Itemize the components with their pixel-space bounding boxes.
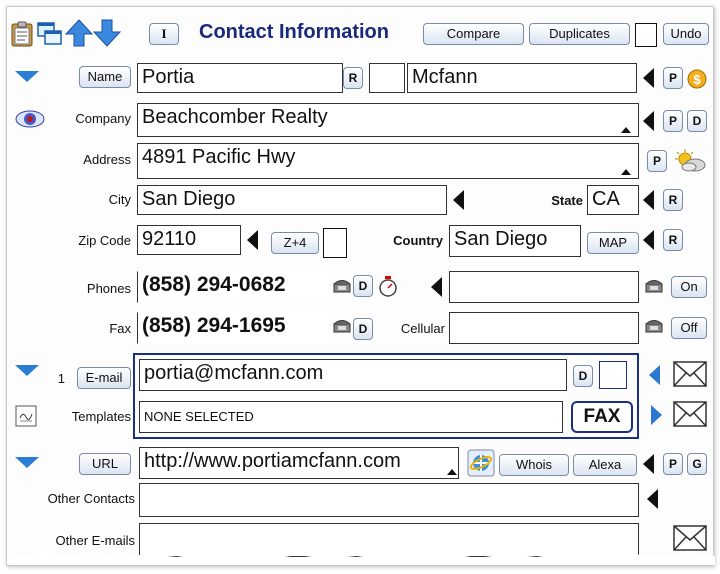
whois-button[interactable]: Whois: [499, 454, 569, 476]
map-button[interactable]: MAP: [587, 232, 639, 254]
url-p-button[interactable]: P: [663, 453, 683, 475]
phone-right-icon[interactable]: [645, 279, 663, 293]
city-arrow-icon[interactable]: [453, 190, 464, 210]
email-index: 1: [57, 371, 65, 386]
company-d-button[interactable]: D: [687, 110, 707, 132]
email-button[interactable]: E-mail: [77, 367, 131, 389]
last-name-field[interactable]: Mcfann: [407, 63, 637, 93]
arrow-up-icon[interactable]: [65, 19, 93, 47]
city-field[interactable]: San Diego: [137, 185, 447, 215]
stopwatch-icon[interactable]: [377, 275, 399, 297]
address-resize-icon[interactable]: [621, 169, 631, 175]
off-button[interactable]: Off: [671, 317, 707, 339]
fax-field[interactable]: (858) 294-1695: [137, 312, 329, 344]
arrow-down-icon[interactable]: [93, 19, 121, 47]
alexa-button[interactable]: Alexa: [573, 454, 637, 476]
fax-template-button[interactable]: FAX: [571, 401, 633, 433]
email-d-button[interactable]: D: [573, 365, 593, 387]
zip-label: Zip Code: [78, 233, 131, 248]
url-arrow-icon[interactable]: [643, 454, 654, 474]
cellular-field[interactable]: [449, 312, 639, 344]
state-arrow-icon[interactable]: [643, 190, 654, 210]
email-envelope-icon[interactable]: [673, 361, 707, 387]
zip-field[interactable]: 92110: [137, 225, 241, 255]
phone-icon[interactable]: [333, 279, 351, 293]
company-arrow-icon[interactable]: [643, 111, 654, 131]
address-p-button[interactable]: P: [647, 150, 667, 172]
zip-plus-4-button[interactable]: Z+4: [271, 232, 319, 254]
fax-d-button[interactable]: D: [353, 318, 373, 340]
company-label: Company: [75, 111, 131, 126]
address-field[interactable]: 4891 Pacific Hwy: [137, 143, 639, 179]
city-label: City: [108, 192, 131, 207]
dollar-coin-icon[interactable]: $: [687, 69, 707, 89]
eye-icon[interactable]: [15, 109, 45, 129]
country-label: Country: [393, 233, 443, 248]
phone-d-button[interactable]: D: [353, 275, 373, 297]
on-button[interactable]: On: [671, 276, 707, 298]
contact-information-panel: I Contact Information Compare Duplicates…: [6, 6, 715, 566]
name-arrow-icon[interactable]: [643, 68, 654, 88]
address-label: Address: [83, 152, 131, 167]
expand-url-toggle[interactable]: [15, 457, 39, 468]
torn-edge-decoration: [7, 552, 715, 565]
url-g-button[interactable]: G: [687, 453, 707, 475]
country-arrow-icon[interactable]: [643, 230, 654, 250]
city-r-button[interactable]: R: [663, 189, 683, 211]
weather-icon[interactable]: [673, 149, 707, 173]
zip-r-button[interactable]: R: [663, 229, 683, 251]
name-p-button[interactable]: P: [663, 67, 683, 89]
phone-field[interactable]: (858) 294-0682: [137, 271, 329, 303]
url-resize-icon[interactable]: [447, 469, 457, 475]
email-field[interactable]: portia@mcfann.com: [139, 359, 567, 391]
url-field[interactable]: http://www.portiamcfann.com: [139, 447, 459, 479]
phone-right-field[interactable]: [449, 271, 639, 303]
templates-icon[interactable]: [15, 405, 37, 427]
first-name-field[interactable]: Portia: [137, 63, 343, 93]
fax-label: Fax: [109, 321, 131, 336]
country-field[interactable]: San Diego: [449, 225, 581, 257]
other-contacts-field[interactable]: [139, 483, 639, 517]
phone-arrow-icon[interactable]: [431, 277, 442, 297]
windows-icon[interactable]: [37, 21, 63, 47]
other-emails-label: Other E-mails: [55, 533, 135, 548]
templates-label: Templates: [71, 409, 131, 424]
expand-name-toggle[interactable]: [15, 71, 39, 82]
templates-field[interactable]: NONE SELECTED: [139, 401, 563, 433]
phones-label: Phones: [86, 281, 131, 296]
email-prev-icon[interactable]: [649, 365, 660, 385]
name-r-button[interactable]: R: [343, 67, 363, 89]
header-checkbox[interactable]: [635, 23, 657, 47]
i-button[interactable]: I: [149, 23, 179, 45]
company-field[interactable]: Beachcomber Realty: [137, 103, 639, 137]
undo-button[interactable]: Undo: [663, 23, 709, 45]
cellular-label: Cellular: [400, 321, 445, 336]
templates-next-icon[interactable]: [651, 405, 662, 425]
url-button[interactable]: URL: [79, 453, 131, 475]
duplicates-button[interactable]: Duplicates: [529, 23, 630, 45]
cellular-phone-icon[interactable]: [645, 319, 663, 333]
page-title: Contact Information: [199, 21, 389, 43]
email-checkbox[interactable]: [599, 361, 627, 389]
company-p-button[interactable]: P: [663, 110, 683, 132]
state-field[interactable]: CA: [587, 185, 639, 215]
expand-email-toggle[interactable]: [15, 365, 39, 376]
middle-name-field[interactable]: [369, 63, 405, 93]
fax-phone-icon[interactable]: [333, 319, 351, 333]
other-contacts-label: Other Contacts: [47, 491, 135, 506]
name-button[interactable]: Name: [79, 66, 131, 88]
clipboard-icon[interactable]: [11, 21, 33, 47]
browser-icon[interactable]: [467, 449, 495, 477]
state-label: State: [551, 193, 583, 208]
zip-arrow-icon[interactable]: [247, 230, 258, 250]
compare-button[interactable]: Compare: [423, 23, 524, 45]
svg-text:$: $: [693, 72, 701, 87]
company-resize-icon[interactable]: [621, 127, 631, 133]
templates-envelope-icon[interactable]: [673, 401, 707, 427]
other-contacts-arrow-icon[interactable]: [647, 489, 658, 509]
zip-checkbox[interactable]: [323, 228, 347, 258]
